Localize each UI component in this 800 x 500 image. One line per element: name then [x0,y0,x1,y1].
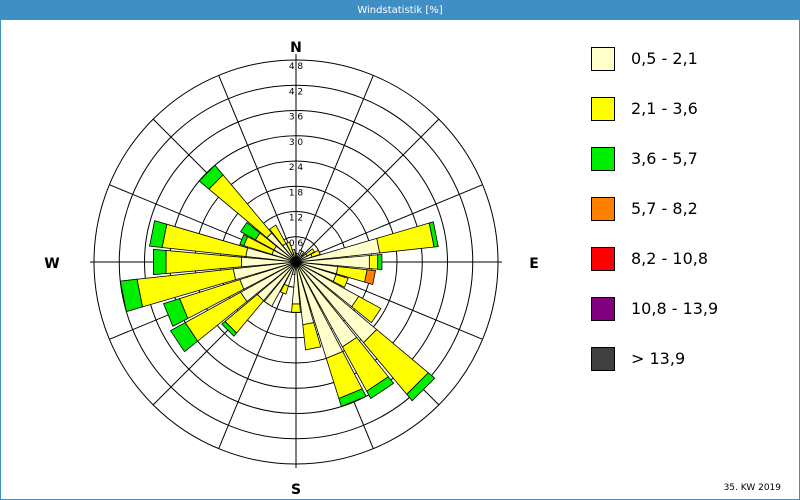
radial-tick-label: 4,2 [289,87,303,97]
radial-tick-label: 1,2 [289,214,303,224]
radial-tick-label: 3,0 [289,138,304,148]
legend-swatch [591,297,615,321]
legend-label: 8,2 - 10,8 [631,249,709,268]
week-label: 35. KW 2019 [723,483,781,493]
legend-swatch [591,247,615,271]
legend-label: 2,1 - 3,6 [631,99,698,118]
radial-tick-label: 1,8 [289,188,304,198]
sector-8-class-1 [368,254,379,270]
compass-south: S [291,482,301,498]
legend-swatch [591,197,615,221]
chart-window: Windstatistik [%] 0,6 1,2 1,8 2,4 3,0 3,6 4,2 4… [0,0,800,500]
sector-16-class-1 [291,303,301,313]
chart-title: Windstatistik [%] [1,1,799,20]
sector-24-class-2 [153,248,167,276]
sector-28-class-1 [208,174,273,239]
compass-east: E [529,256,539,272]
sector-7-class-1 [376,222,435,254]
legend-label: 10,8 - 13,9 [631,299,719,318]
legend-label: > 13,9 [631,349,686,368]
legend-label: 5,7 - 8,2 [631,199,698,218]
sector-9-class-3 [364,269,376,285]
legend-swatch [591,347,615,371]
legend-label: 0,5 - 2,1 [631,49,698,68]
legend-swatch [591,47,615,71]
radial-tick-label: 2,4 [289,163,304,173]
legend-swatch [591,147,615,171]
radial-tick-label: 3,6 [289,113,304,123]
radial-tick-label: 4,8 [289,62,304,72]
compass-north: N [290,40,302,56]
compass-west: W [44,256,59,272]
sector-8-class-2 [377,253,383,271]
grid-spoke [295,75,374,263]
wind-rose-chart: 0,6 1,2 1,8 2,4 3,0 3,6 4,2 4,8 N S W E [44,40,539,498]
legend-swatch [591,97,615,121]
legend-label: 3,6 - 5,7 [631,149,698,168]
radial-tick-label: 0,6 [289,239,304,249]
